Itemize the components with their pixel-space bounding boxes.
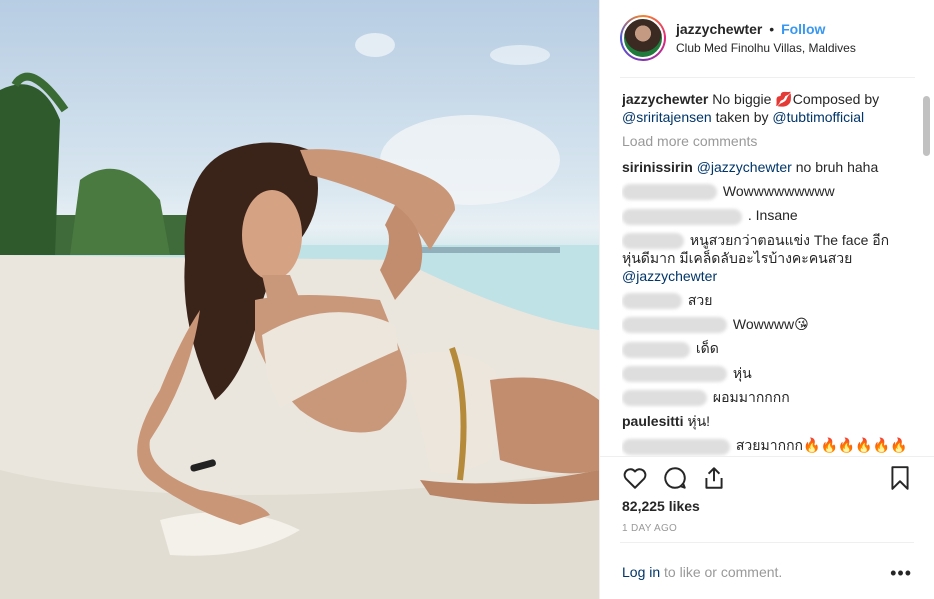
bookmark-icon[interactable] [887,465,913,491]
comment-text: เด็ด [695,340,719,357]
caption: jazzychewter No biggie 💋Composed by @sri… [622,90,912,126]
redacted-username [622,317,727,334]
comment-text: สวย [687,291,713,308]
comment-text: หนูสวยกว่าตอนแข่ง The face อีก [689,231,890,248]
header-user-line: jazzychewter • Follow [676,21,825,37]
caption-mention-1[interactable]: @sriritajensen [622,109,712,125]
comment-item: Wowwww😘 [622,315,912,334]
redacted-username [622,184,717,201]
share-icon[interactable] [701,465,727,491]
heart-icon[interactable] [622,465,648,491]
comments-scrollbar[interactable] [923,96,930,156]
username-link[interactable]: jazzychewter [676,21,762,37]
redacted-username [622,293,682,310]
comment-item: sirinissirin @jazzychewter no bruh haha [622,158,912,176]
comment-item: หุ่น [622,364,912,383]
comment-text: ผอมมากกกก [712,389,790,406]
post-timestamp[interactable]: 1 DAY AGO [622,523,677,534]
comment-text: หุ่น [732,364,752,381]
comment-text-line-2: หุ่นดีมาก มีเคล็ดลับอะไรบ้างคะคนสวย [622,249,853,266]
avatar-image [622,17,664,59]
post-header: jazzychewter • Follow Club Med Finolhu V… [600,0,934,78]
redacted-username [622,438,730,455]
comment-author[interactable]: sirinissirin [622,159,693,175]
follow-button[interactable]: Follow [781,21,825,37]
comment-text: Wowwww😘 [732,316,809,333]
comment-item: ผอมมากกกก [622,388,912,407]
load-more-comments-button[interactable]: Load more comments [622,132,912,150]
comment-text: Wowwwwwwwww [722,183,835,199]
redacted-username [622,390,707,407]
instagram-post: jazzychewter • Follow Club Med Finolhu V… [0,0,934,599]
beach-photo-illustration [0,33,599,599]
comment-text: . Insane [747,207,798,224]
redacted-username [622,232,684,249]
comment-author[interactable]: paulesitti [622,413,683,429]
login-prompt: Log in to like or comment. [622,564,782,580]
comment-item: . Insane [622,206,912,225]
redacted-username [622,366,727,383]
caption-text-2: Composed by [792,91,880,107]
avatar[interactable] [620,15,666,61]
login-footer: Log in to like or comment. ••• [620,542,914,599]
likes-count[interactable]: 82,225 likes [622,498,700,514]
location-link[interactable]: Club Med Finolhu Villas, Maldives [676,41,856,55]
comment-item: เด็ด [622,339,912,358]
post-side-panel: jazzychewter • Follow Club Med Finolhu V… [599,0,934,599]
caption-text-1: No biggie [712,91,772,107]
comment-text: หุ่น! [687,413,711,430]
comments-list[interactable]: jazzychewter No biggie 💋Composed by @sri… [622,90,912,456]
redacted-username [622,341,690,358]
login-prompt-text: to like or comment. [664,564,783,580]
caption-mention-2[interactable]: @tubtimofficial [772,109,864,125]
comment-mention[interactable]: @jazzychewter [697,159,792,175]
caption-author[interactable]: jazzychewter [622,91,708,107]
post-photo[interactable] [0,0,599,599]
comment-text: สวยมากกก🔥🔥🔥🔥🔥🔥 [735,437,908,454]
comment-item: หนูสวยกว่าตอนแข่ง The face อีก หุ่นดีมาก… [622,231,912,285]
login-link[interactable]: Log in [622,564,660,580]
comment-item: Wowwwwwwwww [622,182,912,201]
redacted-username [622,208,742,225]
comment-item: paulesitti หุ่น! [622,412,912,430]
action-bar [600,456,934,496]
comment-icon[interactable] [662,465,688,491]
caption-text-3: taken by [715,109,769,125]
comment-item: สวยมากกก🔥🔥🔥🔥🔥🔥 [622,436,912,455]
caption-emoji: 💋 [775,91,793,107]
header-divider [620,77,915,78]
comment-mention[interactable]: @jazzychewter [622,268,717,284]
comment-text: no bruh haha [795,159,879,175]
comment-item: สวย [622,291,912,310]
separator-dot: • [769,21,775,37]
more-options-icon[interactable]: ••• [890,563,912,584]
